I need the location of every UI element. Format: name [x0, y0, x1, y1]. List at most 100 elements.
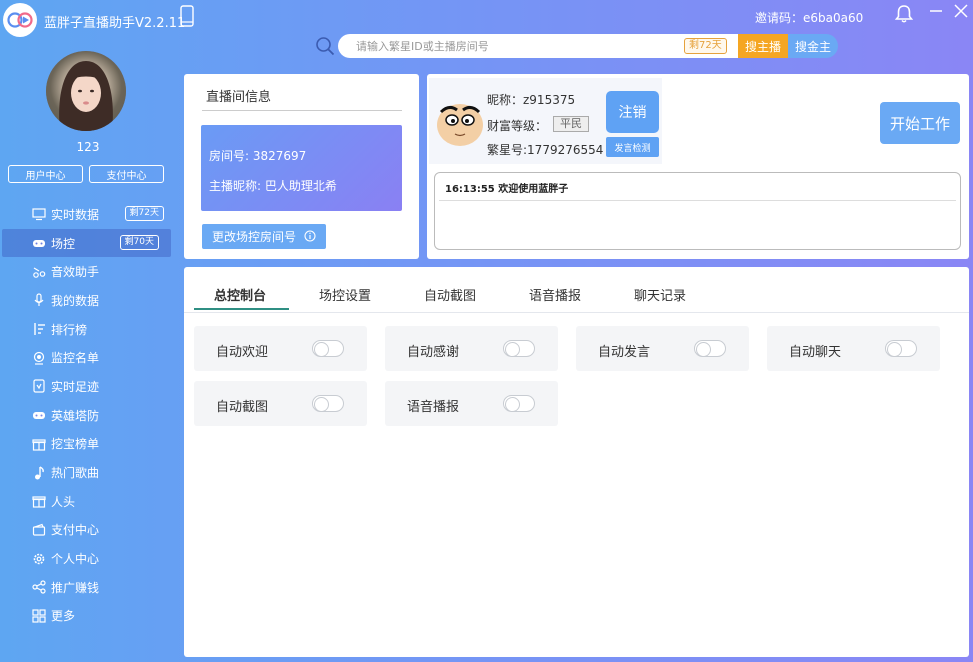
sidebar-item-label: 更多	[51, 609, 76, 624]
close-icon[interactable]	[953, 3, 969, 19]
tab-master-console[interactable]: 总控制台	[214, 285, 266, 304]
toggle-card-voice-broadcast: 语音播报	[385, 381, 558, 426]
target-icon	[32, 351, 46, 365]
sidebar-item-promote[interactable]: 推广赚钱	[0, 573, 176, 602]
toggle-label: 语音播报	[407, 400, 460, 415]
toggle-card-auto-screenshot: 自动截图	[194, 381, 367, 426]
user-center-button[interactable]: 用户中心	[8, 165, 83, 183]
sidebar-item-personal-center[interactable]: 个人中心	[0, 544, 176, 573]
sidebar-item-realtime-data[interactable]: 实时数据 剩72天	[0, 200, 176, 229]
start-work-button[interactable]: 开始工作	[880, 102, 960, 144]
sidebar-item-label: 人头	[51, 494, 76, 509]
sidebar-item-label: 英雄塔防	[51, 408, 100, 423]
search-box: 剩72天	[338, 34, 738, 58]
sidebar-item-treasure-list[interactable]: 挖宝榜单	[0, 430, 176, 459]
sidebar-item-sound-effects[interactable]: 音效助手	[0, 257, 176, 286]
sidebar-item-footprints[interactable]: 实时足迹	[0, 372, 176, 401]
auto-speak-toggle[interactable]	[694, 340, 726, 357]
music-note-icon	[32, 265, 46, 279]
auto-screenshot-toggle[interactable]	[312, 395, 344, 412]
search-gold-button[interactable]: 搜金主	[788, 34, 838, 58]
wealth-rank-badge: 平民	[553, 116, 589, 132]
grid-icon	[32, 609, 46, 623]
active-tab-indicator	[194, 308, 289, 310]
sidebar-item-label: 场控	[51, 236, 76, 251]
sidebar-item-field-control[interactable]: 场控 剩70天	[2, 228, 171, 258]
auto-welcome-toggle[interactable]	[312, 340, 344, 357]
gamepad-icon	[32, 408, 46, 422]
toggle-card-auto-speak: 自动发言	[576, 326, 749, 371]
change-room-button[interactable]: 更改场控房间号	[202, 224, 326, 249]
sidebar-item-my-data[interactable]: 我的数据	[0, 286, 176, 315]
room-number: 房间号: 3827697	[209, 149, 307, 163]
sort-icon	[32, 322, 46, 336]
search-input[interactable]	[356, 37, 676, 55]
sidebar-item-heads[interactable]: 人头	[0, 487, 176, 516]
sidebar: 123 用户中心 支付中心 实时数据 剩72天 场控 剩70天 音效助手 我的数…	[0, 40, 176, 662]
toggle-label: 自动截图	[216, 400, 269, 415]
gamepad-icon	[32, 236, 46, 250]
info-icon	[304, 230, 316, 242]
days-left-badge: 剩70天	[119, 234, 159, 250]
sidebar-item-label: 支付中心	[51, 523, 100, 538]
monitor-icon	[32, 207, 46, 221]
avatar[interactable]	[46, 51, 126, 131]
phone-icon[interactable]	[180, 5, 194, 27]
wealth-level-label: 财富等级：	[487, 119, 548, 133]
search-icon[interactable]	[315, 36, 335, 56]
tab-bar: 总控制台 场控设置 自动截图 语音播报 聊天记录	[184, 267, 969, 313]
sidebar-item-label: 音效助手	[51, 265, 100, 280]
sidebar-item-label: 排行榜	[51, 322, 88, 337]
sidebar-item-label: 推广赚钱	[51, 580, 100, 595]
wallet-icon	[32, 523, 46, 537]
log-box[interactable]: 16:13:55 欢迎使用蓝胖子	[434, 172, 961, 250]
toggle-label: 自动欢迎	[216, 345, 269, 360]
account-avatar	[435, 98, 485, 148]
logout-button[interactable]: 注销	[606, 91, 659, 133]
bell-icon[interactable]	[894, 4, 914, 24]
tab-auto-screenshot[interactable]: 自动截图	[424, 285, 476, 304]
toggle-card-auto-thanks: 自动感谢	[385, 326, 558, 371]
tab-field-settings[interactable]: 场控设置	[319, 285, 371, 304]
sidebar-item-label: 监控名单	[51, 351, 100, 366]
gift-icon	[32, 437, 46, 451]
toggle-label: 自动聊天	[789, 345, 842, 360]
sidebar-item-pay-center[interactable]: 支付中心	[0, 516, 176, 545]
footprint-icon	[32, 379, 46, 394]
app-title: 蓝胖子直播助手V2.2.11	[44, 16, 186, 31]
sidebar-item-label: 实时足迹	[51, 379, 100, 394]
sidebar-nav: 实时数据 剩72天 场控 剩70天 音效助手 我的数据 排行榜 监控名单 实时足…	[0, 200, 176, 630]
toggle-card-auto-welcome: 自动欢迎	[194, 326, 367, 371]
account-panel: 昵称：z915375 财富等级： 平民 繁星号:1779276554 注销 发言…	[427, 74, 969, 259]
auto-chat-toggle[interactable]	[885, 340, 917, 357]
toggle-card-auto-chat: 自动聊天	[767, 326, 940, 371]
room-info-title: 直播间信息	[206, 90, 272, 105]
toggle-label: 自动发言	[598, 345, 651, 360]
toggle-label: 自动感谢	[407, 345, 460, 360]
account-nickname: 昵称：z915375	[487, 93, 576, 107]
pay-center-button[interactable]: 支付中心	[89, 165, 164, 183]
days-left-badge: 剩72天	[124, 206, 164, 221]
gift-icon	[32, 494, 46, 508]
sidebar-item-label: 挖宝榜单	[51, 437, 100, 452]
sidebar-item-hot-songs[interactable]: 热门歌曲	[0, 458, 176, 487]
voice-broadcast-toggle[interactable]	[503, 395, 535, 412]
username: 123	[76, 140, 100, 154]
tab-voice-broadcast[interactable]: 语音播报	[529, 285, 581, 304]
sidebar-item-ranking[interactable]: 排行榜	[0, 315, 176, 344]
tab-chat-history[interactable]: 聊天记录	[634, 285, 686, 304]
account-box: 昵称：z915375 财富等级： 平民 繁星号:1779276554 注销 发言…	[429, 78, 662, 164]
sidebar-item-hero-defense[interactable]: 英雄塔防	[0, 401, 176, 430]
auto-thanks-toggle[interactable]	[503, 340, 535, 357]
sidebar-item-more[interactable]: 更多	[0, 602, 176, 631]
microphone-icon	[32, 293, 46, 307]
days-left-badge: 剩72天	[684, 38, 727, 54]
search-host-button[interactable]: 搜主播	[738, 34, 788, 58]
app-logo-icon	[3, 3, 37, 37]
minimize-icon[interactable]	[928, 3, 944, 19]
star-number: 繁星号:1779276554	[487, 143, 604, 157]
main-control-panel: 总控制台 场控设置 自动截图 语音播报 聊天记录 自动欢迎 自动感谢 自动发言 …	[184, 267, 969, 657]
sidebar-item-watchlist[interactable]: 监控名单	[0, 343, 176, 372]
speak-check-button[interactable]: 发言检测	[606, 137, 659, 157]
log-entry: 16:13:55 欢迎使用蓝胖子	[445, 184, 569, 195]
